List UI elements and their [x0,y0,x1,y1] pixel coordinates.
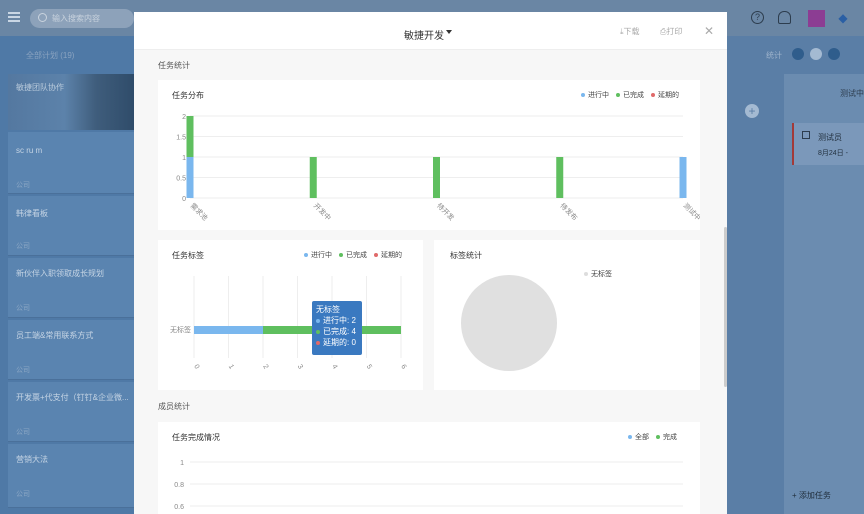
diamond-icon[interactable]: ◆ [836,11,850,25]
bar-进行中[interactable] [186,157,194,198]
project-card-title: sc ru m [16,146,43,155]
x-tick-label: 2 [261,364,269,371]
tooltip-row: 已完成: 4 [323,327,356,336]
add-column-icon[interactable]: + [745,104,759,118]
download-button[interactable]: ⤓下载 [620,26,640,37]
add-task-button[interactable]: + 添加任务 [792,490,831,501]
tooltip-title: 无标签 [316,305,340,314]
bar-已完成[interactable] [309,157,317,198]
y-tick-label: 0.6 [174,504,184,511]
task-distribution-chart: 0 0.5 1 1.5 2 需求池 开发中 待开发 待发布 测试中 [176,114,700,222]
bar-已完成[interactable] [186,116,194,157]
close-icon[interactable]: ✕ [704,24,714,38]
project-card-title: 韩律看板 [16,209,48,218]
menu-icon[interactable] [8,12,20,22]
chart-tooltip: 无标签 进行中: 2 已完成: 4 延期的: 0 [312,301,362,355]
x-tick-label: 需求池 [189,201,210,222]
y-tick-label: 1 [182,155,186,162]
y-tick-label: 0.8 [174,482,184,489]
avatar[interactable] [808,10,825,27]
task-distribution-panel: 任务分布 进行中 已完成 延期的 0 0.5 1 1.5 2 需求池 开发中 待开发 待发布 测试… [158,80,700,230]
project-card-tag: 公司 [16,429,30,436]
task-date: 8月24日 - [818,150,848,157]
project-card-title: 开发票+代支付（钉钉&企业微... [16,393,129,402]
modal-title[interactable]: 敏捷开发 [404,27,444,42]
x-tick-label: 待发布 [558,201,579,222]
section-title: 成员统计 [158,402,190,411]
y-tick-label: 2 [182,114,186,121]
project-card-title: 员工端&常用联系方式 [16,331,94,340]
x-tick-label: 3 [296,364,304,371]
stats-toolbar-label[interactable]: 统计 [766,50,782,61]
statistics-modal: 敏捷开发 ⤓下载 ⎙打印 ✕ 任务统计 任务分布 进行中 已完成 延期的 0 0.… [134,12,727,514]
project-card-tag: 公司 [16,305,30,312]
section-title: 任务统计 [158,61,190,70]
x-tick-label: 4 [330,364,338,371]
search-icon [38,13,47,22]
task-title: 测试员 [818,133,842,142]
bar-已完成[interactable] [556,157,564,198]
task-tags-chart: 0 1 2 3 4 5 6 无标签 [170,276,407,371]
x-tick-label: 5 [365,364,373,371]
help-icon[interactable]: ? [751,11,764,24]
project-card-title: 新伙伴入职领取成长规划 [16,269,104,278]
x-tick-label: 6 [399,364,407,371]
y-tick-label: 1 [180,460,184,467]
y-tick-label: 0 [182,196,186,203]
bell-icon[interactable] [778,11,791,24]
x-tick-label: 1 [227,364,235,371]
print-button[interactable]: ⎙打印 [660,26,682,37]
task-tags-panel: 任务标签 进行中 已完成 延期的 0 1 2 3 4 5 6 无标签 [158,240,423,390]
sidebar-header[interactable]: 全部计划 (19) [0,36,134,74]
tag-statistics-panel: 标签统计 无标签 [434,240,700,390]
project-card-tag: 公司 [16,367,30,374]
board-view-icon[interactable] [810,48,822,60]
x-tick-label: 待开发 [435,201,456,222]
x-tick-label: 测试中 [682,201,700,222]
project-card-title: 营销大法 [16,455,48,464]
bar-进行中[interactable] [194,326,263,334]
task-checkbox[interactable] [802,131,810,139]
y-tick-label: 无标签 [170,325,191,334]
tooltip-row: 延期的: 0 [323,338,356,347]
x-tick-label: 开发中 [312,201,333,222]
tag-statistics-chart [461,275,557,371]
modal-scrollbar[interactable] [724,227,727,387]
task-completion-panel: 任务完成情况 全部 完成 10.80.60.4 [158,422,700,514]
task-card[interactable] [792,123,864,165]
project-card-tag: 公司 [16,491,30,498]
bar-进行中[interactable] [679,157,687,198]
task-completion-chart: 10.80.60.4 [174,460,683,511]
y-tick-label: 1.5 [176,135,186,142]
plus-icon: + [792,491,799,500]
project-card-tag: 公司 [16,243,30,250]
tooltip-row: 进行中: 2 [323,316,356,325]
chevron-down-icon[interactable] [446,30,452,34]
bar-已完成[interactable] [433,157,440,198]
project-cover-title: 敏捷团队协作 [16,83,64,92]
x-tick-label: 0 [192,364,200,371]
pie-slice [461,275,557,371]
gantt-view-icon[interactable] [828,48,840,60]
list-view-icon[interactable] [792,48,804,60]
y-tick-label: 0.5 [176,176,186,183]
project-card-tag: 公司 [16,182,30,189]
column-title: 测试中 [840,89,864,98]
